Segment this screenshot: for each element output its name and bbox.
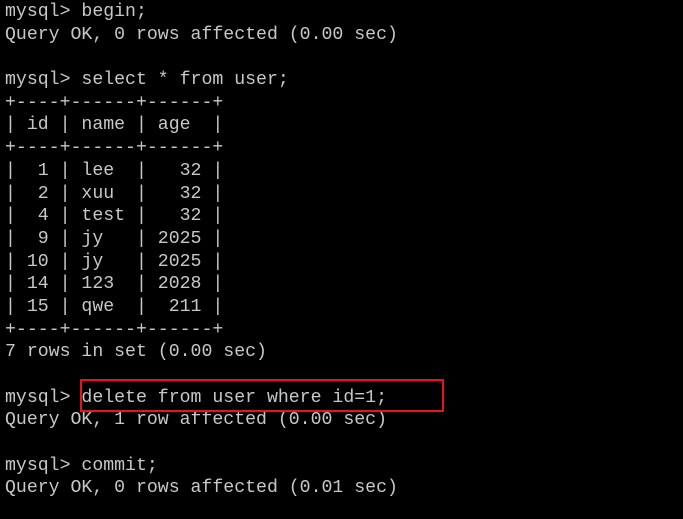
terminal-window[interactable]: mysql> begin; Query OK, 0 rows affected …: [0, 0, 683, 519]
table-row: | 9 | jy | 2025 |: [5, 228, 224, 249]
table-row: | 10 | jy | 2025 |: [5, 251, 224, 272]
output-line-begin-result: Query OK, 0 rows affected (0.00 sec): [5, 24, 398, 45]
table-row: | 15 | qwe | 211 |: [5, 296, 224, 317]
table-header-row: | id | name | age |: [5, 115, 224, 136]
table-row: | 1 | lee | 32 |: [5, 160, 224, 181]
table-border-top: +----+------+------+: [5, 92, 224, 113]
table-row: | 4 | test | 32 |: [5, 206, 224, 227]
table-row: | 14 | 123 | 2028 |: [5, 274, 224, 295]
output-line-commit-result: Query OK, 0 rows affected (0.01 sec): [5, 478, 398, 499]
table-border-bottom: +----+------+------+: [5, 319, 224, 340]
output-line-delete-result: Query OK, 1 row affected (0.00 sec): [5, 410, 387, 431]
table-border-header: +----+------+------+: [5, 138, 224, 159]
output-line-rows-in-set: 7 rows in set (0.00 sec): [5, 342, 267, 363]
table-row: | 2 | xuu | 32 |: [5, 183, 224, 204]
prompt-line-commit: mysql> commit;: [5, 455, 158, 476]
prompt-line-begin: mysql> begin;: [5, 2, 147, 22]
prompt-line-delete: mysql> delete from user where id=1;: [5, 387, 387, 408]
prompt-line-select: mysql> select * from user;: [5, 70, 289, 91]
